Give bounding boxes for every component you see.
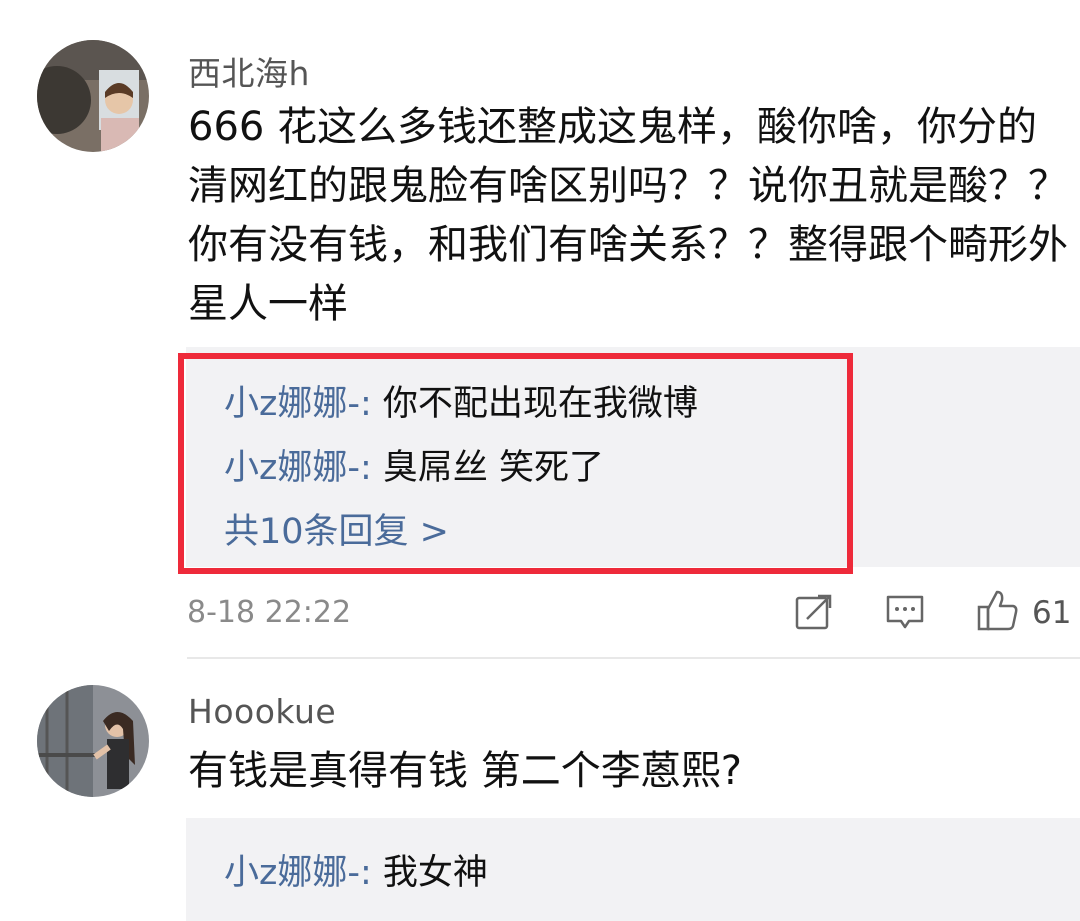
reply-item[interactable]: 小z娜娜-: 我女神 [224,844,488,895]
like-icon[interactable] [976,588,1020,636]
timestamp: 8-18 22:22 [187,595,352,630]
comment-text: 666 花这么多钱还整成这鬼样，酸你啥，你分的 清网红的跟鬼脸有啥区别吗？？说你… [188,104,1068,327]
comment-username[interactable]: 西北海h [188,47,310,95]
comment-divider [187,657,1080,659]
like-count: 61 [1032,595,1072,631]
reply-box[interactable]: 小z娜娜-: 我女神 [186,818,1080,921]
share-icon[interactable] [794,592,834,636]
comment-icon[interactable] [885,592,925,636]
avatar[interactable] [37,685,149,797]
avatar-image [37,40,149,152]
highlight-box [178,353,853,574]
reply-text: 我女神 [371,853,488,893]
comment-username[interactable]: Hoookue [188,692,336,731]
avatar[interactable] [37,40,149,152]
comment-text: 有钱是真得有钱 第二个李蒽熙? [188,748,742,794]
avatar-image [37,685,149,797]
reply-username[interactable]: 小z娜娜-: [224,853,372,893]
